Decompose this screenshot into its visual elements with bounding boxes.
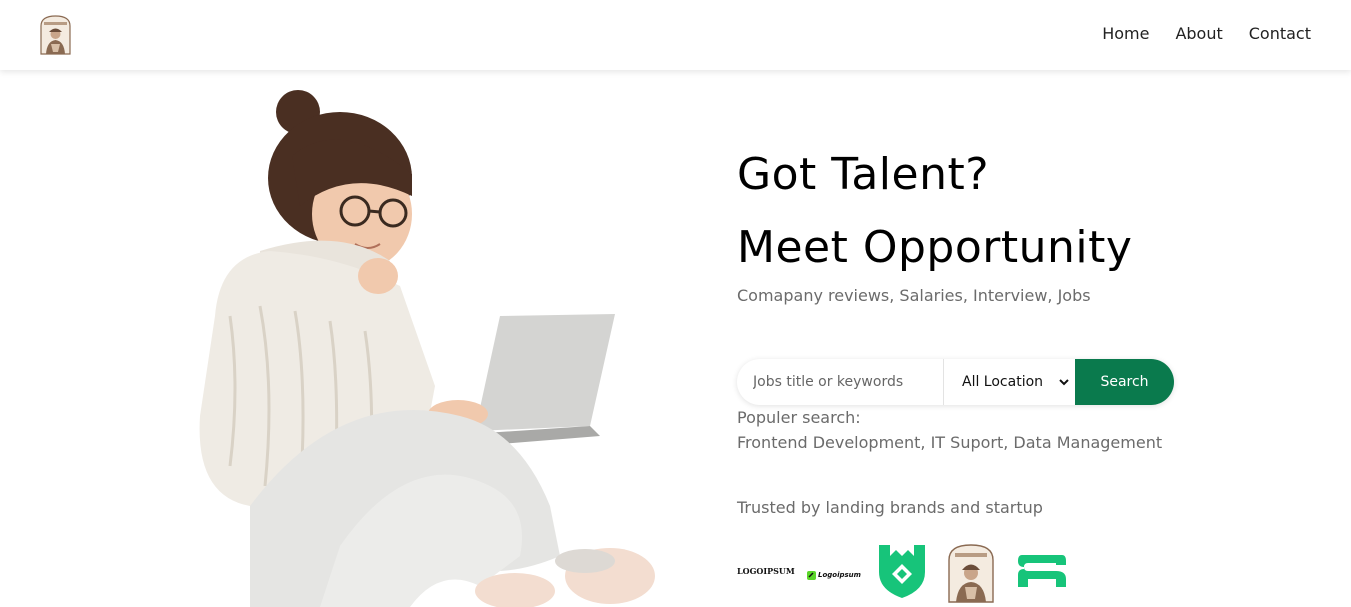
nav-contact-link[interactable]: Contact bbox=[1249, 24, 1311, 43]
popular-search-label: Populer search: bbox=[737, 408, 861, 427]
job-search-bar: All Location Search bbox=[737, 359, 1174, 405]
location-select[interactable]: All Location bbox=[943, 359, 1075, 405]
headline-line-2: Meet Opportunity bbox=[737, 222, 1133, 273]
popular-search-items[interactable]: Frontend Development, IT Suport, Data Ma… bbox=[737, 433, 1162, 452]
hero-subtitle: Comapany reviews, Salaries, Interview, J… bbox=[737, 286, 1091, 305]
logoipsum-wordmark-logo: LOGOIPSUM bbox=[737, 566, 795, 576]
search-input[interactable] bbox=[737, 359, 943, 405]
hero-headline: Got Talent? Meet Opportunity bbox=[737, 138, 1132, 284]
woman-with-laptop-illustration bbox=[190, 86, 670, 607]
nav-about-link[interactable]: About bbox=[1175, 24, 1222, 43]
site-logo-icon[interactable] bbox=[39, 14, 72, 55]
shield-logo-icon bbox=[876, 542, 928, 604]
location-select-value: All Location bbox=[962, 374, 1044, 390]
nav-menu: Home About Contact bbox=[1102, 24, 1311, 43]
chevron-down-icon bbox=[1059, 374, 1069, 390]
search-button[interactable]: Search bbox=[1075, 359, 1174, 405]
leaf-icon bbox=[807, 565, 816, 584]
headline-line-1: Got Talent? bbox=[737, 149, 990, 200]
s-shape-logo-icon bbox=[1016, 553, 1068, 593]
nav-home-link[interactable]: Home bbox=[1102, 24, 1149, 43]
logoipsum-green-logo: Logoipsum bbox=[807, 565, 861, 584]
vintage-portrait-logo-icon bbox=[946, 542, 996, 607]
trusted-brands-label: Trusted by landing brands and startup bbox=[737, 498, 1043, 517]
navbar: Home About Contact bbox=[0, 0, 1351, 70]
